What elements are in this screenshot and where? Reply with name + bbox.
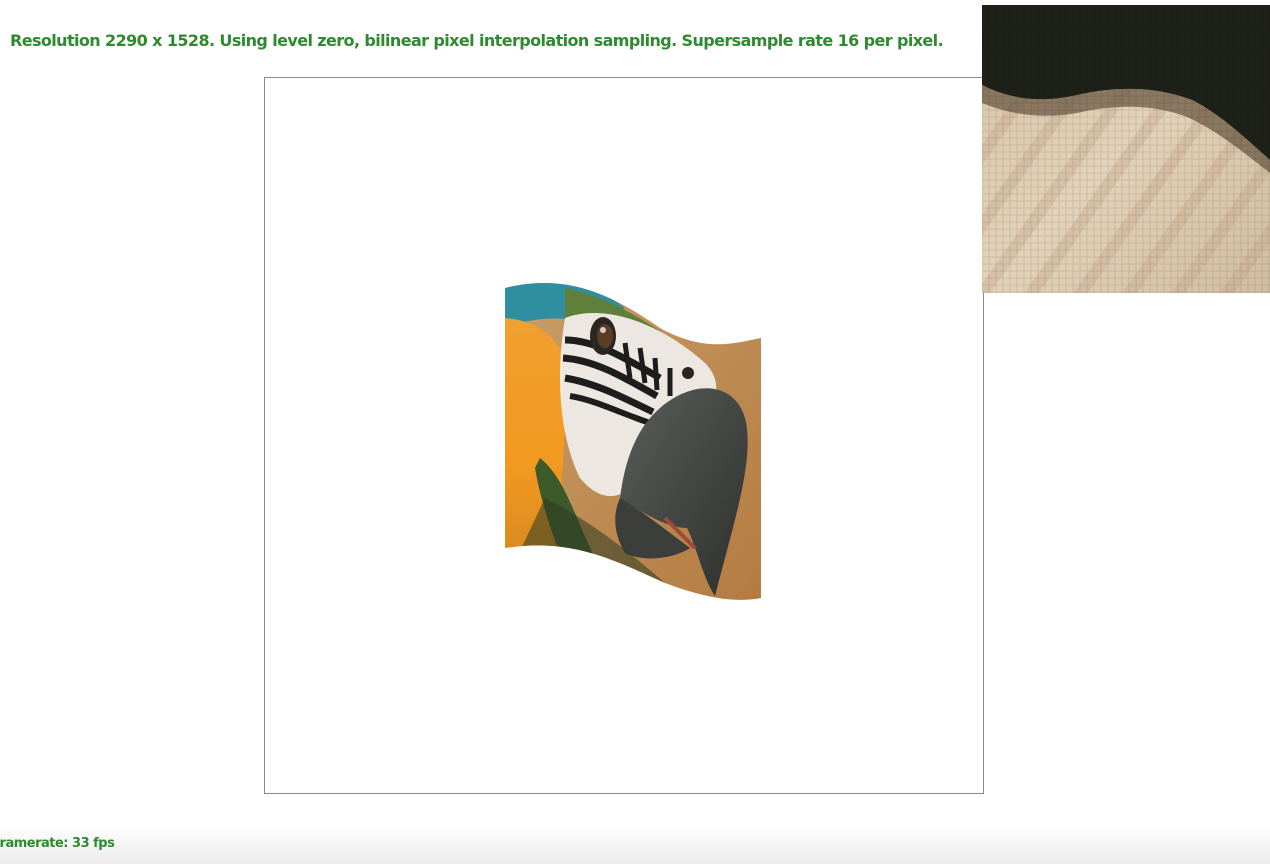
render-settings-status: Resolution 2290 x 1528. Using level zero…	[10, 31, 944, 50]
warped-parrot-image	[505, 282, 761, 600]
renderer-window: Resolution 2290 x 1528. Using level zero…	[0, 0, 1270, 864]
bottom-status-bar	[0, 824, 1270, 864]
render-viewport[interactable]	[264, 77, 984, 794]
zoomed-pixel-grid	[982, 5, 1270, 293]
magnifier-inset	[982, 5, 1270, 293]
framerate-readout: Framerate: 33 fps	[0, 836, 115, 851]
